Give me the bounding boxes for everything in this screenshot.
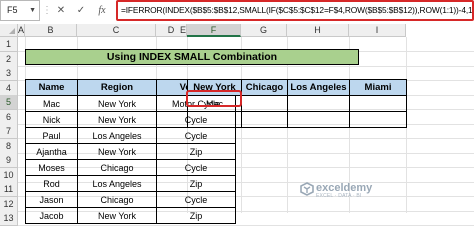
vehicle-cell[interactable]: Cycle	[156, 159, 236, 176]
name-box-value: F5	[7, 5, 18, 15]
insert-function-button[interactable]: fx	[92, 0, 112, 21]
region-cell[interactable]: Los Angeles	[77, 127, 157, 144]
row-header-11[interactable]: 11	[0, 182, 18, 197]
result-cell[interactable]	[241, 95, 288, 112]
header-name[interactable]: Name	[25, 79, 78, 96]
name-cell[interactable]: Paul	[25, 127, 78, 144]
exceldemy-logo-icon	[300, 182, 314, 196]
enter-icon[interactable]: ✓	[72, 0, 90, 21]
name-cell[interactable]: Mac	[25, 95, 78, 112]
row-header-12[interactable]: 12	[0, 196, 18, 212]
table-row: Jacob New York Zip	[25, 207, 236, 224]
vehicle-cell[interactable]: Zip	[156, 143, 236, 160]
region-cell[interactable]: Los Angeles	[77, 175, 157, 192]
row-header-6[interactable]: 6	[0, 109, 18, 125]
cancel-icon[interactable]: ✕	[52, 0, 70, 21]
table-row: Jason Chicago Cycle	[25, 191, 236, 208]
exceldemy-watermark: exceldemy EXCEL · DATA · BI	[298, 181, 408, 199]
column-header-g[interactable]: G	[241, 24, 287, 37]
vehicle-cell[interactable]: Zip	[156, 175, 236, 192]
table-row: Moses Chicago Cycle	[25, 159, 236, 176]
result-cell[interactable]	[287, 95, 350, 112]
table-row: Rod Los Angeles Zip	[25, 175, 236, 192]
row-header-10[interactable]: 10	[0, 167, 18, 183]
row-header-8[interactable]: 8	[0, 138, 18, 154]
select-all-corner[interactable]	[0, 24, 18, 37]
vehicle-cell[interactable]: Cycle	[156, 191, 236, 208]
table-row	[187, 111, 407, 128]
row-header-7[interactable]: 7	[0, 124, 18, 139]
name-cell[interactable]: Jason	[25, 191, 78, 208]
selected-cell-highlight	[186, 90, 242, 107]
vehicle-cell[interactable]: Zip	[156, 207, 236, 224]
result-cell[interactable]	[241, 111, 288, 128]
row-gridline	[18, 225, 474, 226]
name-cell[interactable]: Nick	[25, 111, 78, 128]
header-chicago[interactable]: Chicago	[241, 79, 288, 96]
row-header-3[interactable]: 3	[0, 66, 18, 81]
result-cell[interactable]	[349, 95, 407, 112]
name-cell[interactable]: Moses	[25, 159, 78, 176]
header-region[interactable]: Region	[77, 79, 157, 96]
name-box[interactable]: F5 ▼	[0, 0, 40, 21]
row-header-4[interactable]: 4	[0, 80, 18, 96]
chevron-down-icon[interactable]: ▼	[29, 1, 36, 20]
table-row: Ajantha New York Zip	[25, 143, 236, 160]
result-cell[interactable]	[349, 111, 407, 128]
region-cell[interactable]: New York	[77, 95, 157, 112]
title-cell[interactable]: Using INDEX SMALL Combination	[25, 49, 359, 65]
column-header-c[interactable]: C	[77, 24, 156, 37]
table-row: Paul Los Angeles Cycle	[25, 127, 236, 144]
header-los-angeles[interactable]: Los Angeles	[287, 79, 350, 96]
region-cell[interactable]: New York	[77, 143, 157, 160]
name-cell[interactable]: Rod	[25, 175, 78, 192]
watermark-tagline: EXCEL · DATA · BI	[316, 193, 362, 199]
column-header-e[interactable]: E	[180, 24, 187, 37]
row-header-13[interactable]: 13	[0, 211, 18, 226]
region-cell[interactable]: New York	[77, 207, 157, 224]
vehicle-cell[interactable]: Cycle	[156, 127, 236, 144]
column-header-h[interactable]: H	[287, 24, 349, 37]
column-header-i[interactable]: I	[349, 24, 406, 37]
row-header-2[interactable]: 2	[0, 51, 18, 67]
header-miami[interactable]: Miami	[349, 79, 407, 96]
column-header-b[interactable]: B	[25, 24, 77, 37]
region-cell[interactable]: New York	[77, 111, 157, 128]
row-header-9[interactable]: 9	[0, 153, 18, 168]
region-cell[interactable]: Chicago	[77, 191, 157, 208]
result-cell[interactable]	[287, 111, 350, 128]
region-cell[interactable]: Chicago	[77, 159, 157, 176]
name-cell[interactable]: Ajantha	[25, 143, 78, 160]
column-header-a[interactable]: A	[18, 24, 25, 37]
formula-bar-grip-icon: ⋮	[42, 5, 52, 16]
result-cell[interactable]	[187, 111, 242, 128]
row-header-1[interactable]: 1	[0, 37, 18, 52]
row-header-5[interactable]: 5	[0, 95, 18, 110]
formula-input[interactable]: =IFERROR(INDEX($B$5:$B$12,SMALL(IF($C$5:…	[116, 0, 474, 21]
name-cell[interactable]: Jacob	[25, 207, 78, 224]
column-header-f[interactable]: F	[187, 24, 241, 37]
